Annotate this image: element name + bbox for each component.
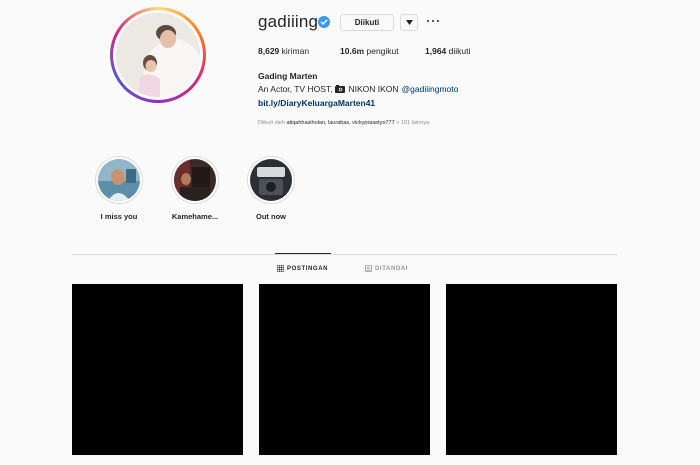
verified-badge-icon xyxy=(318,16,330,28)
profile-full-name: Gading Marten xyxy=(258,71,318,81)
profile-page: gadiiing Diikuti 8,629 kiriman 10.6m pen… xyxy=(0,0,700,465)
ellipsis-icon xyxy=(427,20,429,22)
posts-count: 8,629 kiriman xyxy=(258,46,310,56)
camera-icon xyxy=(335,85,346,93)
profile-username: gadiiing xyxy=(258,12,319,31)
following-count[interactable]: 1,964 diikuti xyxy=(425,46,470,56)
avatar-photo xyxy=(116,13,200,97)
post-thumbnail[interactable] xyxy=(446,284,617,455)
story-highlight[interactable]: Out now xyxy=(246,156,296,221)
following-button[interactable]: Diikuti xyxy=(340,14,394,31)
story-highlight[interactable]: Kamehame... xyxy=(170,156,220,221)
suggestions-dropdown-button[interactable] xyxy=(400,14,418,31)
profile-avatar[interactable] xyxy=(110,7,206,103)
more-options-button[interactable] xyxy=(427,16,439,26)
followed-by[interactable]: Diikuti oleh atiqahhasiholan, laurabas, … xyxy=(258,120,429,126)
bio-link[interactable]: bit.ly/DiaryKeluargaMarten41 xyxy=(258,98,375,108)
chevron-down-icon xyxy=(405,20,413,25)
bio-mention-link[interactable]: @gadiiingmoto xyxy=(402,84,459,94)
tab-tagged[interactable]: DITANDAI xyxy=(365,265,408,272)
tab-posts[interactable]: POSTINGAN xyxy=(277,265,328,272)
tag-icon xyxy=(365,265,372,272)
highlight-cover xyxy=(174,159,216,201)
post-thumbnail[interactable] xyxy=(259,284,430,455)
followers-count[interactable]: 10.6m pengikut xyxy=(340,46,399,56)
active-tab-indicator xyxy=(275,253,331,254)
grid-icon xyxy=(277,265,284,272)
story-highlight[interactable]: I miss you xyxy=(94,156,144,221)
profile-bio: An Actor, TV HOST, NIKON IKON @gadiiingm… xyxy=(258,84,459,94)
post-thumbnail[interactable] xyxy=(72,284,243,455)
tabs-divider xyxy=(72,254,618,255)
highlight-cover xyxy=(250,159,292,201)
highlight-cover xyxy=(98,159,140,201)
